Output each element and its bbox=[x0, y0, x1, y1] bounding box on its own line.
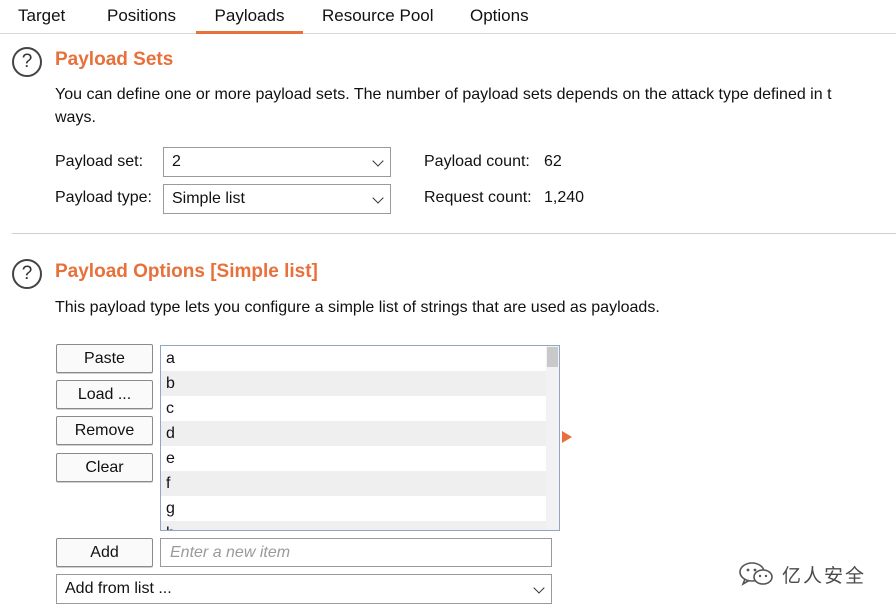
list-item[interactable]: g bbox=[161, 496, 547, 521]
arrow-right-icon bbox=[562, 431, 572, 443]
remove-button[interactable]: Remove bbox=[56, 416, 153, 445]
payload-options-title: Payload Options [Simple list] bbox=[55, 261, 318, 282]
payload-options-help-icon[interactable]: ? bbox=[12, 259, 42, 289]
tab-options[interactable]: Options bbox=[470, 0, 529, 34]
payload-type-select[interactable]: Simple list bbox=[163, 184, 391, 214]
list-item[interactable]: e bbox=[161, 446, 547, 471]
add-from-list-select[interactable]: Add from list ... bbox=[56, 574, 552, 604]
tab-positions[interactable]: Positions bbox=[107, 0, 176, 34]
request-count-label: Request count: bbox=[424, 189, 532, 206]
chevron-down-icon bbox=[372, 155, 384, 167]
wechat-logo-icon bbox=[739, 562, 773, 586]
payload-set-value: 2 bbox=[172, 153, 181, 170]
payload-set-label: Payload set: bbox=[55, 153, 144, 170]
list-item[interactable]: a bbox=[161, 346, 547, 371]
list-item[interactable]: h bbox=[161, 521, 547, 530]
payload-set-select[interactable]: 2 bbox=[163, 147, 391, 177]
paste-button[interactable]: Paste bbox=[56, 344, 153, 373]
add-button[interactable]: Add bbox=[56, 538, 153, 567]
tab-payloads[interactable]: Payloads bbox=[196, 0, 303, 34]
clear-button[interactable]: Clear bbox=[56, 453, 153, 482]
tab-bar: Target Positions Payloads Resource Pool … bbox=[0, 0, 896, 34]
load-button[interactable]: Load ... bbox=[56, 380, 153, 409]
payload-count-label: Payload count: bbox=[424, 153, 530, 170]
tab-resource-pool[interactable]: Resource Pool bbox=[322, 0, 434, 34]
list-scrollbar[interactable] bbox=[546, 346, 559, 530]
payload-type-value: Simple list bbox=[172, 190, 245, 207]
request-count-value: 1,240 bbox=[544, 189, 585, 206]
scrollbar-thumb[interactable] bbox=[547, 347, 558, 367]
watermark-text: 亿人安全 bbox=[782, 564, 867, 587]
payload-type-label: Payload type: bbox=[55, 189, 152, 206]
list-item[interactable]: c bbox=[161, 396, 547, 421]
new-item-input[interactable] bbox=[160, 538, 552, 567]
tab-target[interactable]: Target bbox=[18, 0, 65, 34]
payload-options-description: This payload type lets you configure a s… bbox=[55, 299, 660, 316]
watermark: 亿人安全 bbox=[738, 560, 866, 588]
payload-count-value: 62 bbox=[544, 153, 562, 170]
add-from-list-value: Add from list ... bbox=[65, 580, 172, 597]
chevron-down-icon bbox=[372, 192, 384, 204]
payload-sets-description: You can define one or more payload sets.… bbox=[55, 86, 832, 103]
list-item[interactable]: d bbox=[161, 421, 547, 446]
payload-list[interactable]: a b c d e f g h bbox=[160, 345, 560, 531]
chevron-down-icon bbox=[533, 582, 545, 594]
payload-sets-help-icon[interactable]: ? bbox=[12, 47, 42, 77]
payload-sets-title: Payload Sets bbox=[55, 49, 174, 70]
list-item[interactable]: b bbox=[161, 371, 547, 396]
list-item[interactable]: f bbox=[161, 471, 547, 496]
payload-sets-description-cont: ways. bbox=[55, 109, 96, 126]
section-divider bbox=[12, 233, 896, 234]
